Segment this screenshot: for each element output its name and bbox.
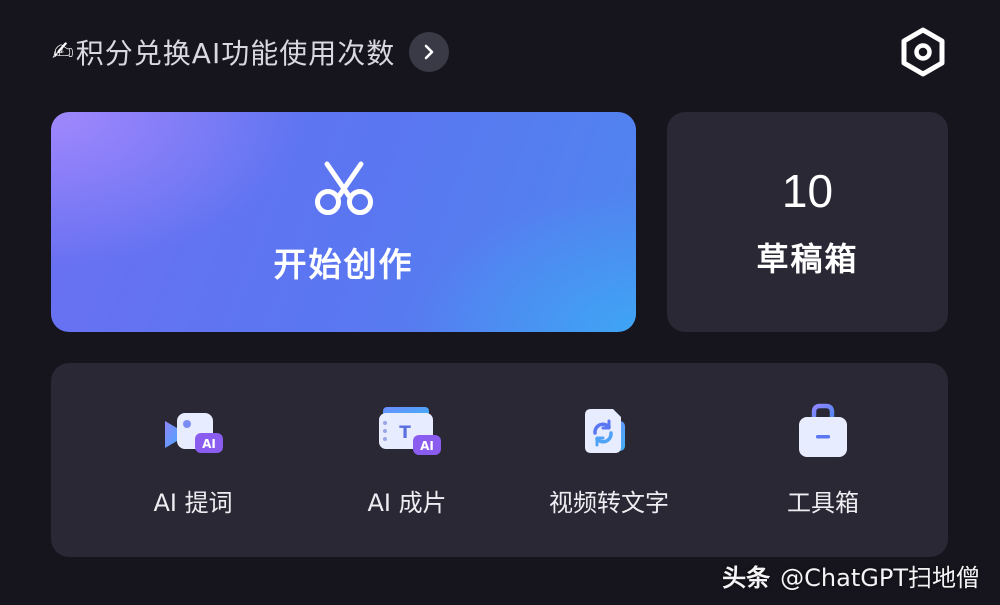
- tool-ai-prompt-label: AI 提词: [153, 489, 233, 517]
- tool-ai-prompt[interactable]: AI AI 提词: [108, 363, 278, 557]
- tool-toolbox-label: 工具箱: [787, 489, 859, 517]
- tools-panel: AI AI 提词 T AI AI 成片 视频转文字 工具箱: [51, 363, 948, 557]
- drafts-label: 草稿箱: [756, 240, 859, 278]
- tool-toolbox[interactable]: 工具箱: [738, 363, 908, 557]
- writing-hand-icon: ✍: [52, 37, 74, 67]
- ai-prompt-video-icon: AI: [165, 413, 223, 453]
- svg-text:T: T: [399, 423, 411, 443]
- settings-button[interactable]: [898, 27, 948, 77]
- tool-ai-film[interactable]: T AI AI 成片: [322, 363, 492, 557]
- drafts-card[interactable]: 10 草稿箱: [667, 112, 948, 332]
- tool-video-to-text-label: 视频转文字: [549, 489, 669, 517]
- watermark-brand: 头条: [722, 563, 771, 592]
- toolbox-icon: [799, 403, 847, 457]
- drafts-count: 10: [781, 165, 834, 217]
- svg-text:AI: AI: [202, 437, 216, 451]
- points-exchange-banner[interactable]: ✍ 积分兑换AI功能使用次数: [52, 30, 450, 74]
- watermark-handle: @ChatGPT扫地僧: [780, 563, 980, 592]
- hexagon-settings-icon: [901, 27, 945, 77]
- watermark: 头条 @ChatGPT扫地僧: [722, 558, 980, 592]
- scissors-icon: [314, 161, 373, 215]
- start-creating-label: 开始创作: [273, 245, 414, 284]
- svg-text:AI: AI: [420, 439, 434, 453]
- chevron-right-icon: [424, 44, 434, 60]
- chevron-right-button[interactable]: [409, 32, 450, 72]
- start-creating-card[interactable]: 开始创作: [51, 112, 636, 332]
- tool-ai-film-label: AI 成片: [367, 489, 447, 517]
- ai-film-icon: T AI: [379, 407, 441, 455]
- video-to-text-icon: [585, 409, 625, 453]
- tool-video-to-text[interactable]: 视频转文字: [524, 363, 694, 557]
- points-exchange-text: 积分兑换AI功能使用次数: [75, 37, 396, 70]
